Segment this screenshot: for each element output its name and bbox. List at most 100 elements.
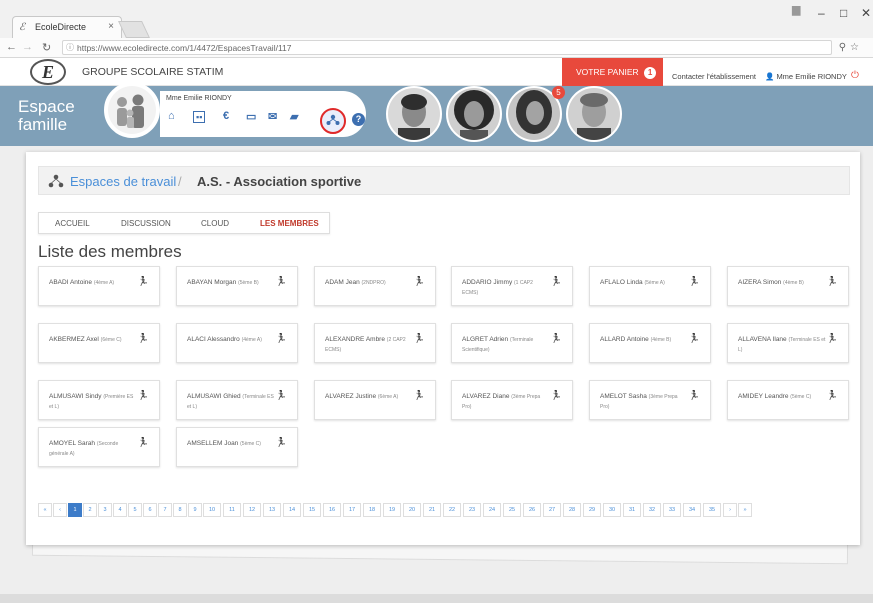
member-card[interactable]: ALEXANDRE Ambre (2 CAP2 ECMS) 🏃 bbox=[314, 323, 436, 363]
user-account-link[interactable]: 👤 Mme Emilie RIONDY bbox=[765, 72, 847, 81]
pagination-page-3[interactable]: 3 bbox=[98, 503, 112, 517]
student-avatar-1[interactable] bbox=[386, 86, 442, 142]
school-name: GROUPE SCOLAIRE STATIM bbox=[82, 66, 224, 78]
cart-count-badge: 1 bbox=[644, 67, 657, 79]
pagination-page-28[interactable]: 28 bbox=[563, 503, 581, 517]
browser-tab[interactable]: ℰ EcoleDirecte × bbox=[12, 16, 122, 38]
pagination-page-13[interactable]: 13 bbox=[263, 503, 281, 517]
member-card[interactable]: ALMUSAWI Ghied (Terminale ES et L) 🏃 bbox=[176, 380, 298, 420]
pagination-page-9[interactable]: 9 bbox=[188, 503, 202, 517]
pagination-page-33[interactable]: 33 bbox=[663, 503, 681, 517]
forward-arrow-icon[interactable]: → bbox=[22, 41, 33, 53]
close-window-button[interactable]: ✕ bbox=[861, 6, 871, 20]
pagination-page-19[interactable]: 19 bbox=[383, 503, 401, 517]
pagination-page-6[interactable]: 6 bbox=[143, 503, 157, 517]
logout-icon[interactable]: ⏻ bbox=[851, 70, 859, 81]
workspace-icon[interactable] bbox=[320, 108, 346, 134]
tab-accueil[interactable]: ACCUEIL bbox=[55, 219, 90, 228]
euro-icon[interactable]: € bbox=[223, 110, 229, 122]
member-class: (4ème A) bbox=[93, 280, 115, 286]
pagination-page-15[interactable]: 15 bbox=[303, 503, 321, 517]
pagination-page-29[interactable]: 29 bbox=[583, 503, 601, 517]
home-icon[interactable]: ⌂ bbox=[168, 110, 175, 122]
student-avatar-2[interactable] bbox=[446, 86, 502, 142]
cart-button[interactable]: VOTRE PANIER 1 bbox=[562, 58, 663, 86]
pagination-last-button[interactable]: » bbox=[738, 503, 752, 517]
member-card[interactable]: ALACI Alessandro (4ème A) 🏃 bbox=[176, 323, 298, 363]
address-bar-icons[interactable]: ⚲☆ bbox=[839, 42, 863, 53]
pagination-page-12[interactable]: 12 bbox=[243, 503, 261, 517]
pagination-page-10[interactable]: 10 bbox=[203, 503, 221, 517]
pagination-page-18[interactable]: 18 bbox=[363, 503, 381, 517]
bookmark-pin-icon[interactable]: ⚲ bbox=[839, 42, 850, 53]
pagination-page-35[interactable]: 35 bbox=[703, 503, 721, 517]
member-card[interactable]: ALLARD Antoine (4ème B) 🏃 bbox=[589, 323, 711, 363]
student-avatar-4[interactable] bbox=[566, 86, 622, 142]
member-card[interactable]: ADAM Jean (2NDPRO) 🏃 bbox=[314, 266, 436, 306]
member-card[interactable]: AIZERA Simon (4ème B) 🏃 bbox=[727, 266, 849, 306]
member-card[interactable]: AMSELLEM Joan (5ème C) 🏃 bbox=[176, 427, 298, 467]
folder-icon[interactable]: ▰ bbox=[290, 110, 298, 123]
pagination-page-5[interactable]: 5 bbox=[128, 503, 142, 517]
member-card[interactable]: ALVAREZ Justine (6ème A) 🏃 bbox=[314, 380, 436, 420]
pagination-page-24[interactable]: 24 bbox=[483, 503, 501, 517]
pagination-page-23[interactable]: 23 bbox=[463, 503, 481, 517]
member-card[interactable]: ABAYAN Morgan (5ème B) 🏃 bbox=[176, 266, 298, 306]
pagination-page-34[interactable]: 34 bbox=[683, 503, 701, 517]
tab-discussion[interactable]: DISCUSSION bbox=[121, 219, 171, 228]
tab-membres[interactable]: LES MEMBRES bbox=[260, 219, 319, 228]
member-card[interactable]: AKBERMEZ Axel (6ème C) 🏃 bbox=[38, 323, 160, 363]
member-label: ABAYAN Morgan (5ème B) bbox=[187, 278, 275, 288]
tab-close-icon[interactable]: × bbox=[108, 21, 114, 32]
breadcrumb-workspaces-link[interactable]: Espaces de travail bbox=[70, 174, 176, 189]
contact-school-link[interactable]: Contacter l'établissement bbox=[672, 72, 756, 81]
member-card[interactable]: ALMUSAWI Sindy (Première ES et L) 🏃 bbox=[38, 380, 160, 420]
id-card-icon[interactable]: ▪▪ bbox=[193, 111, 206, 123]
pagination-page-26[interactable]: 26 bbox=[523, 503, 541, 517]
credit-card-icon[interactable]: ▭ bbox=[246, 110, 256, 123]
pagination-next-button[interactable]: › bbox=[723, 503, 737, 517]
pagination-page-32[interactable]: 32 bbox=[643, 503, 661, 517]
pagination-page-16[interactable]: 16 bbox=[323, 503, 341, 517]
member-card[interactable]: AFLALO Linda (5ème A) 🏃 bbox=[589, 266, 711, 306]
mail-icon[interactable]: ✉ bbox=[268, 110, 277, 123]
pagination-page-8[interactable]: 8 bbox=[173, 503, 187, 517]
ecoledirecte-logo[interactable]: E bbox=[30, 59, 66, 85]
maximize-button[interactable]: □ bbox=[840, 6, 847, 20]
member-card[interactable]: AMELOT Sasha (3ème Prepa Pro) 🏃 bbox=[589, 380, 711, 420]
pagination-prev-button[interactable]: ‹ bbox=[53, 503, 67, 517]
pagination-page-14[interactable]: 14 bbox=[283, 503, 301, 517]
pagination-page-25[interactable]: 25 bbox=[503, 503, 521, 517]
pagination-page-2[interactable]: 2 bbox=[83, 503, 97, 517]
new-tab-button[interactable] bbox=[118, 21, 150, 38]
member-card[interactable]: ALGRET Adrien (Terminale Scientifique) 🏃 bbox=[451, 323, 573, 363]
info-icon: ⓘ bbox=[66, 43, 74, 52]
help-icon[interactable]: ? bbox=[352, 113, 365, 126]
member-card[interactable]: AMIDEY Leandre (5ème C) 🏃 bbox=[727, 380, 849, 420]
pagination-page-31[interactable]: 31 bbox=[623, 503, 641, 517]
pagination-page-4[interactable]: 4 bbox=[113, 503, 127, 517]
back-arrow-icon[interactable]: ← bbox=[6, 41, 17, 53]
user-profile-icon[interactable]: ▆ bbox=[792, 3, 800, 16]
pagination-page-30[interactable]: 30 bbox=[603, 503, 621, 517]
member-card[interactable]: ABADI Antoine (4ème A) 🏃 bbox=[38, 266, 160, 306]
pagination-first-button[interactable]: « bbox=[38, 503, 52, 517]
pagination-page-20[interactable]: 20 bbox=[403, 503, 421, 517]
pagination-page-27[interactable]: 27 bbox=[543, 503, 561, 517]
minimize-button[interactable]: – bbox=[818, 6, 825, 20]
pagination-page-7[interactable]: 7 bbox=[158, 503, 172, 517]
pagination-page-22[interactable]: 22 bbox=[443, 503, 461, 517]
pagination-page-21[interactable]: 21 bbox=[423, 503, 441, 517]
tab-cloud[interactable]: CLOUD bbox=[201, 219, 229, 228]
pagination-page-17[interactable]: 17 bbox=[343, 503, 361, 517]
family-avatar[interactable] bbox=[104, 82, 160, 138]
pagination-page-11[interactable]: 11 bbox=[223, 503, 241, 517]
star-icon[interactable]: ☆ bbox=[850, 42, 863, 53]
reload-icon[interactable]: ↻ bbox=[42, 41, 51, 54]
member-card[interactable]: ALVAREZ Diane (3ème Prepa Pro) 🏃 bbox=[451, 380, 573, 420]
member-card[interactable]: AMOYEL Sarah (Seconde générale A) 🏃 bbox=[38, 427, 160, 467]
url-input[interactable]: ⓘ https://www.ecoledirecte.com/1/4472/Es… bbox=[62, 40, 832, 55]
pagination-page-1[interactable]: 1 bbox=[68, 503, 82, 517]
member-card[interactable]: ALLAVENA Ilane (Terminale ES et L) 🏃 bbox=[727, 323, 849, 363]
member-card[interactable]: ADDARIO Jimmy (1 CAP2 ECMS) 🏃 bbox=[451, 266, 573, 306]
